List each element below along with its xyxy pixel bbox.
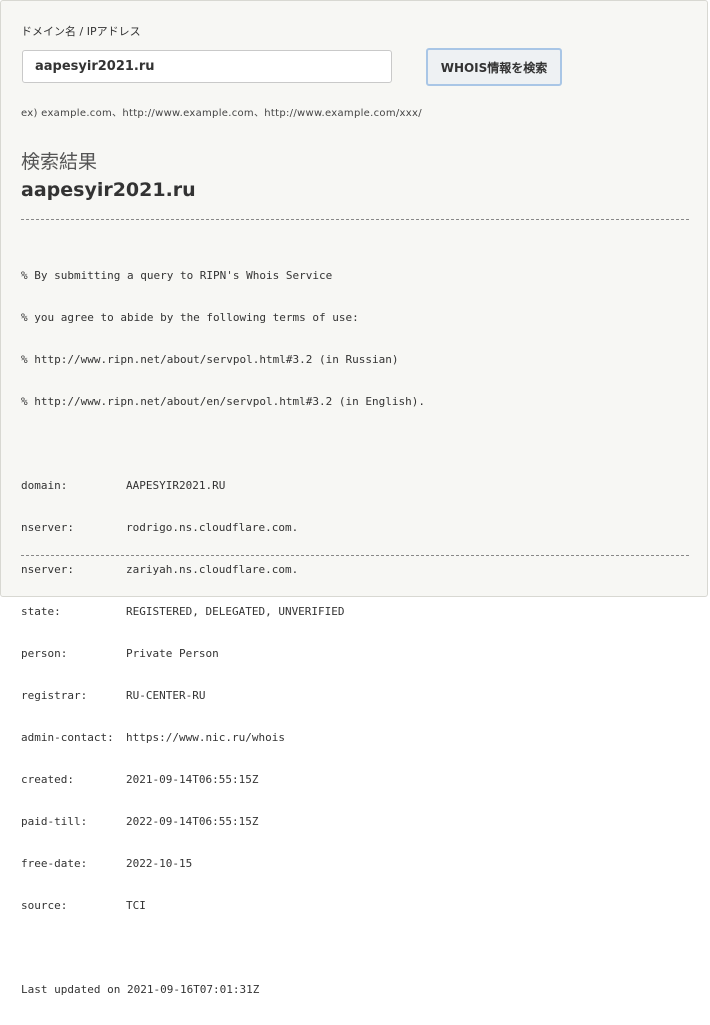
notice-line: % By submitting a query to RIPN's Whois … bbox=[21, 269, 333, 282]
whois-panel: ドメイン名 / IPアドレス WHOIS情報を検索 ex) example.co… bbox=[0, 0, 708, 996]
whois-output: % By submitting a query to RIPN's Whois … bbox=[21, 241, 425, 1025]
record-value: Private Person bbox=[126, 647, 219, 660]
record-key: source: bbox=[21, 899, 68, 912]
record-key: free-date: bbox=[21, 857, 88, 870]
record-value: AAPESYIR2021.RU bbox=[126, 479, 226, 492]
domain-search-input[interactable] bbox=[22, 50, 392, 83]
result-divider-bottom bbox=[21, 555, 689, 556]
whois-record: person: Private Person bbox=[21, 647, 425, 661]
record-key: registrar: bbox=[21, 689, 88, 702]
whois-record: free-date: 2022-10-15 bbox=[21, 857, 425, 871]
notice-line: % http://www.ripn.net/about/servpol.html… bbox=[21, 353, 399, 366]
record-value: zariyah.ns.cloudflare.com. bbox=[126, 563, 299, 576]
whois-record: state: REGISTERED, DELEGATED, UNVERIFIED bbox=[21, 605, 425, 619]
record-value: rodrigo.ns.cloudflare.com. bbox=[126, 521, 299, 534]
record-value: RU-CENTER-RU bbox=[126, 689, 206, 702]
whois-record: admin-contact: https://www.nic.ru/whois bbox=[21, 731, 425, 745]
domain-input-label: ドメイン名 / IPアドレス bbox=[21, 25, 141, 38]
whois-record: registrar: RU-CENTER-RU bbox=[21, 689, 425, 703]
record-value: 2021-09-14T06:55:15Z bbox=[126, 773, 259, 786]
record-value: TCI bbox=[126, 899, 146, 912]
record-value: 2022-09-14T06:55:15Z bbox=[126, 815, 259, 828]
record-key: domain: bbox=[21, 479, 68, 492]
record-key: state: bbox=[21, 605, 61, 618]
record-key: nserver: bbox=[21, 563, 74, 576]
result-divider-top bbox=[21, 219, 689, 220]
record-key: admin-contact: bbox=[21, 731, 114, 744]
whois-search-button[interactable]: WHOIS情報を検索 bbox=[426, 48, 562, 86]
record-key: created: bbox=[21, 773, 74, 786]
whois-record: source: TCI bbox=[21, 899, 425, 913]
record-key: nserver: bbox=[21, 521, 74, 534]
last-updated-text: Last updated on 2021-09-16T07:01:31Z bbox=[21, 983, 260, 996]
record-key: paid-till: bbox=[21, 815, 88, 828]
whois-record: nserver: rodrigo.ns.cloudflare.com. bbox=[21, 521, 425, 535]
record-value: 2022-10-15 bbox=[126, 857, 193, 870]
whois-record: created: 2021-09-14T06:55:15Z bbox=[21, 773, 425, 787]
notice-line: % you agree to abide by the following te… bbox=[21, 311, 359, 324]
record-value: REGISTERED, DELEGATED, UNVERIFIED bbox=[126, 605, 345, 618]
whois-record: nserver: zariyah.ns.cloudflare.com. bbox=[21, 563, 425, 577]
whois-record: domain: AAPESYIR2021.RU bbox=[21, 479, 425, 493]
result-heading: 検索結果 bbox=[21, 151, 98, 173]
record-value: https://www.nic.ru/whois bbox=[126, 731, 285, 744]
record-key: person: bbox=[21, 647, 68, 660]
input-example-hint: ex) example.com、http://www.example.com、h… bbox=[21, 108, 422, 119]
whois-record: paid-till: 2022-09-14T06:55:15Z bbox=[21, 815, 425, 829]
result-domain-title: aapesyir2021.ru bbox=[21, 179, 196, 201]
notice-line: % http://www.ripn.net/about/en/servpol.h… bbox=[21, 395, 425, 408]
